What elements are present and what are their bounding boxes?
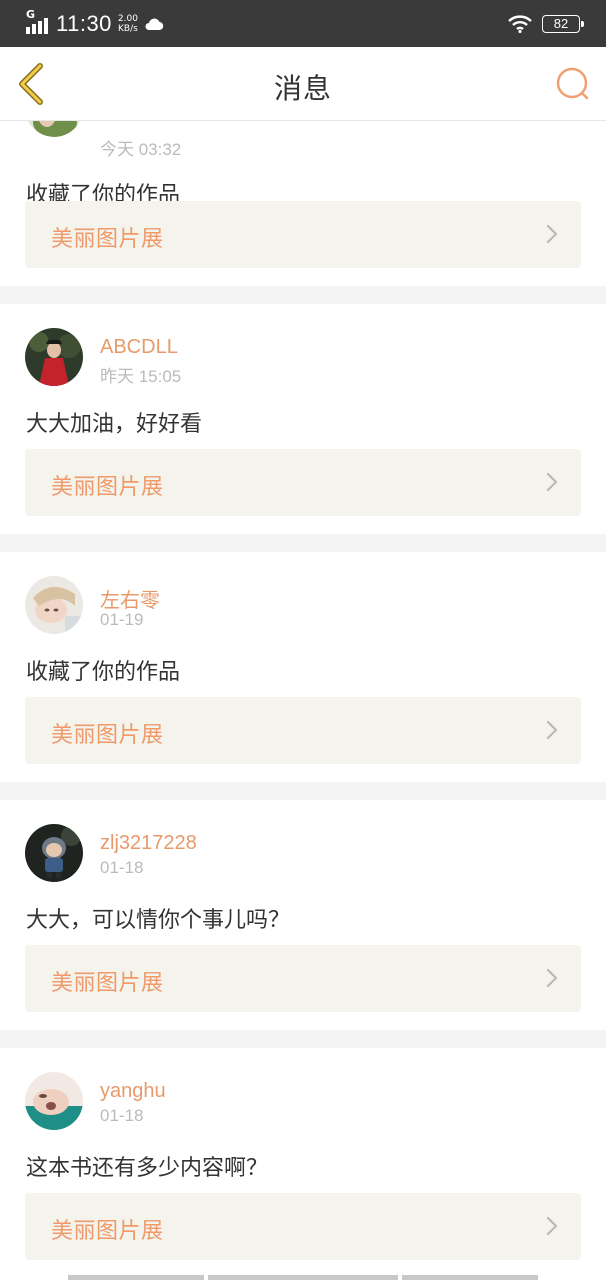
status-time: 11:30 <box>56 11 112 36</box>
message-text: 大大加油，好好看 <box>26 412 203 437</box>
app-header: 消息 <box>0 47 606 121</box>
chevron-right-icon <box>546 968 558 988</box>
username[interactable]: 左右零 <box>100 584 160 613</box>
message-card: 左右零 01-19 收藏了你的作品 美丽图片展 <box>0 552 606 782</box>
message-card: zlj3217228 01-18 大大，可以情你个事儿吗？ 美丽图片展 <box>0 800 606 1030</box>
speed-value: 2.00 <box>117 14 138 24</box>
status-right: 82 <box>508 12 584 36</box>
work-title: 美丽图片展 <box>51 723 164 748</box>
username[interactable]: yanghu <box>100 1080 166 1103</box>
timestamp: 今天 03:32 <box>100 140 182 159</box>
chevron-right-icon <box>546 224 558 244</box>
chevron-right-icon <box>546 720 558 740</box>
chevron-right-icon <box>546 1216 558 1236</box>
work-reference-link[interactable]: 美丽图片展 <box>25 201 581 268</box>
status-left: G 11:30 2.00 KB/s <box>26 8 164 38</box>
avatar[interactable] <box>25 824 83 882</box>
work-reference-link[interactable]: 美丽图片展 <box>25 697 581 764</box>
message-text: 这本书还有多少内容啊？ <box>26 1156 269 1181</box>
cloud-icon <box>145 18 164 31</box>
speed-unit: KB/s <box>118 24 138 34</box>
status-bar: G 11:30 2.00 KB/s 82 <box>0 0 606 47</box>
work-title: 美丽图片展 <box>51 971 164 996</box>
work-title: 美丽图片展 <box>51 475 164 500</box>
avatar[interactable] <box>25 328 83 386</box>
messages-screen: G 11:30 2.00 KB/s 82 消息 今天 03:32 收藏了你的作品… <box>0 0 606 1280</box>
page-title: 消息 <box>273 72 332 105</box>
search-icon <box>556 67 589 100</box>
work-reference-link[interactable]: 美丽图片展 <box>25 945 581 1012</box>
avatar[interactable] <box>25 1072 83 1130</box>
message-card: 今天 03:32 收藏了你的作品 美丽图片展 <box>0 121 606 286</box>
network-speed: 2.00 KB/s <box>118 14 138 34</box>
message-card: yanghu 01-18 这本书还有多少内容啊？ 美丽图片展 <box>0 1048 606 1280</box>
work-reference-link[interactable]: 美丽图片展 <box>25 1193 581 1260</box>
work-title: 美丽图片展 <box>51 227 164 252</box>
timestamp: 昨天 15:05 <box>100 367 182 386</box>
message-text: 收藏了你的作品 <box>26 660 181 685</box>
message-list: 今天 03:32 收藏了你的作品 美丽图片展 ABCDLL 昨天 15:05 大… <box>0 121 606 1280</box>
message-text: 大大，可以情你个事儿吗？ <box>26 908 291 933</box>
battery-icon: 82 <box>542 15 584 33</box>
cell-signal-icon: G <box>26 8 52 36</box>
avatar[interactable] <box>25 121 83 137</box>
timestamp: 01-18 <box>100 1106 144 1125</box>
search-button[interactable] <box>552 64 592 104</box>
network-type: G <box>26 8 36 21</box>
avatar[interactable] <box>25 576 83 634</box>
wifi-icon <box>508 15 532 33</box>
work-reference-link[interactable]: 美丽图片展 <box>25 449 581 516</box>
username[interactable]: zlj3217228 <box>100 832 197 855</box>
username[interactable]: ABCDLL <box>100 336 178 359</box>
chevron-right-icon <box>546 472 558 492</box>
bottom-scroll-indicator <box>0 1275 606 1280</box>
message-card: ABCDLL 昨天 15:05 大大加油，好好看 美丽图片展 <box>0 304 606 534</box>
timestamp: 01-18 <box>100 858 144 877</box>
timestamp: 01-19 <box>100 610 144 629</box>
work-title: 美丽图片展 <box>51 1219 164 1244</box>
